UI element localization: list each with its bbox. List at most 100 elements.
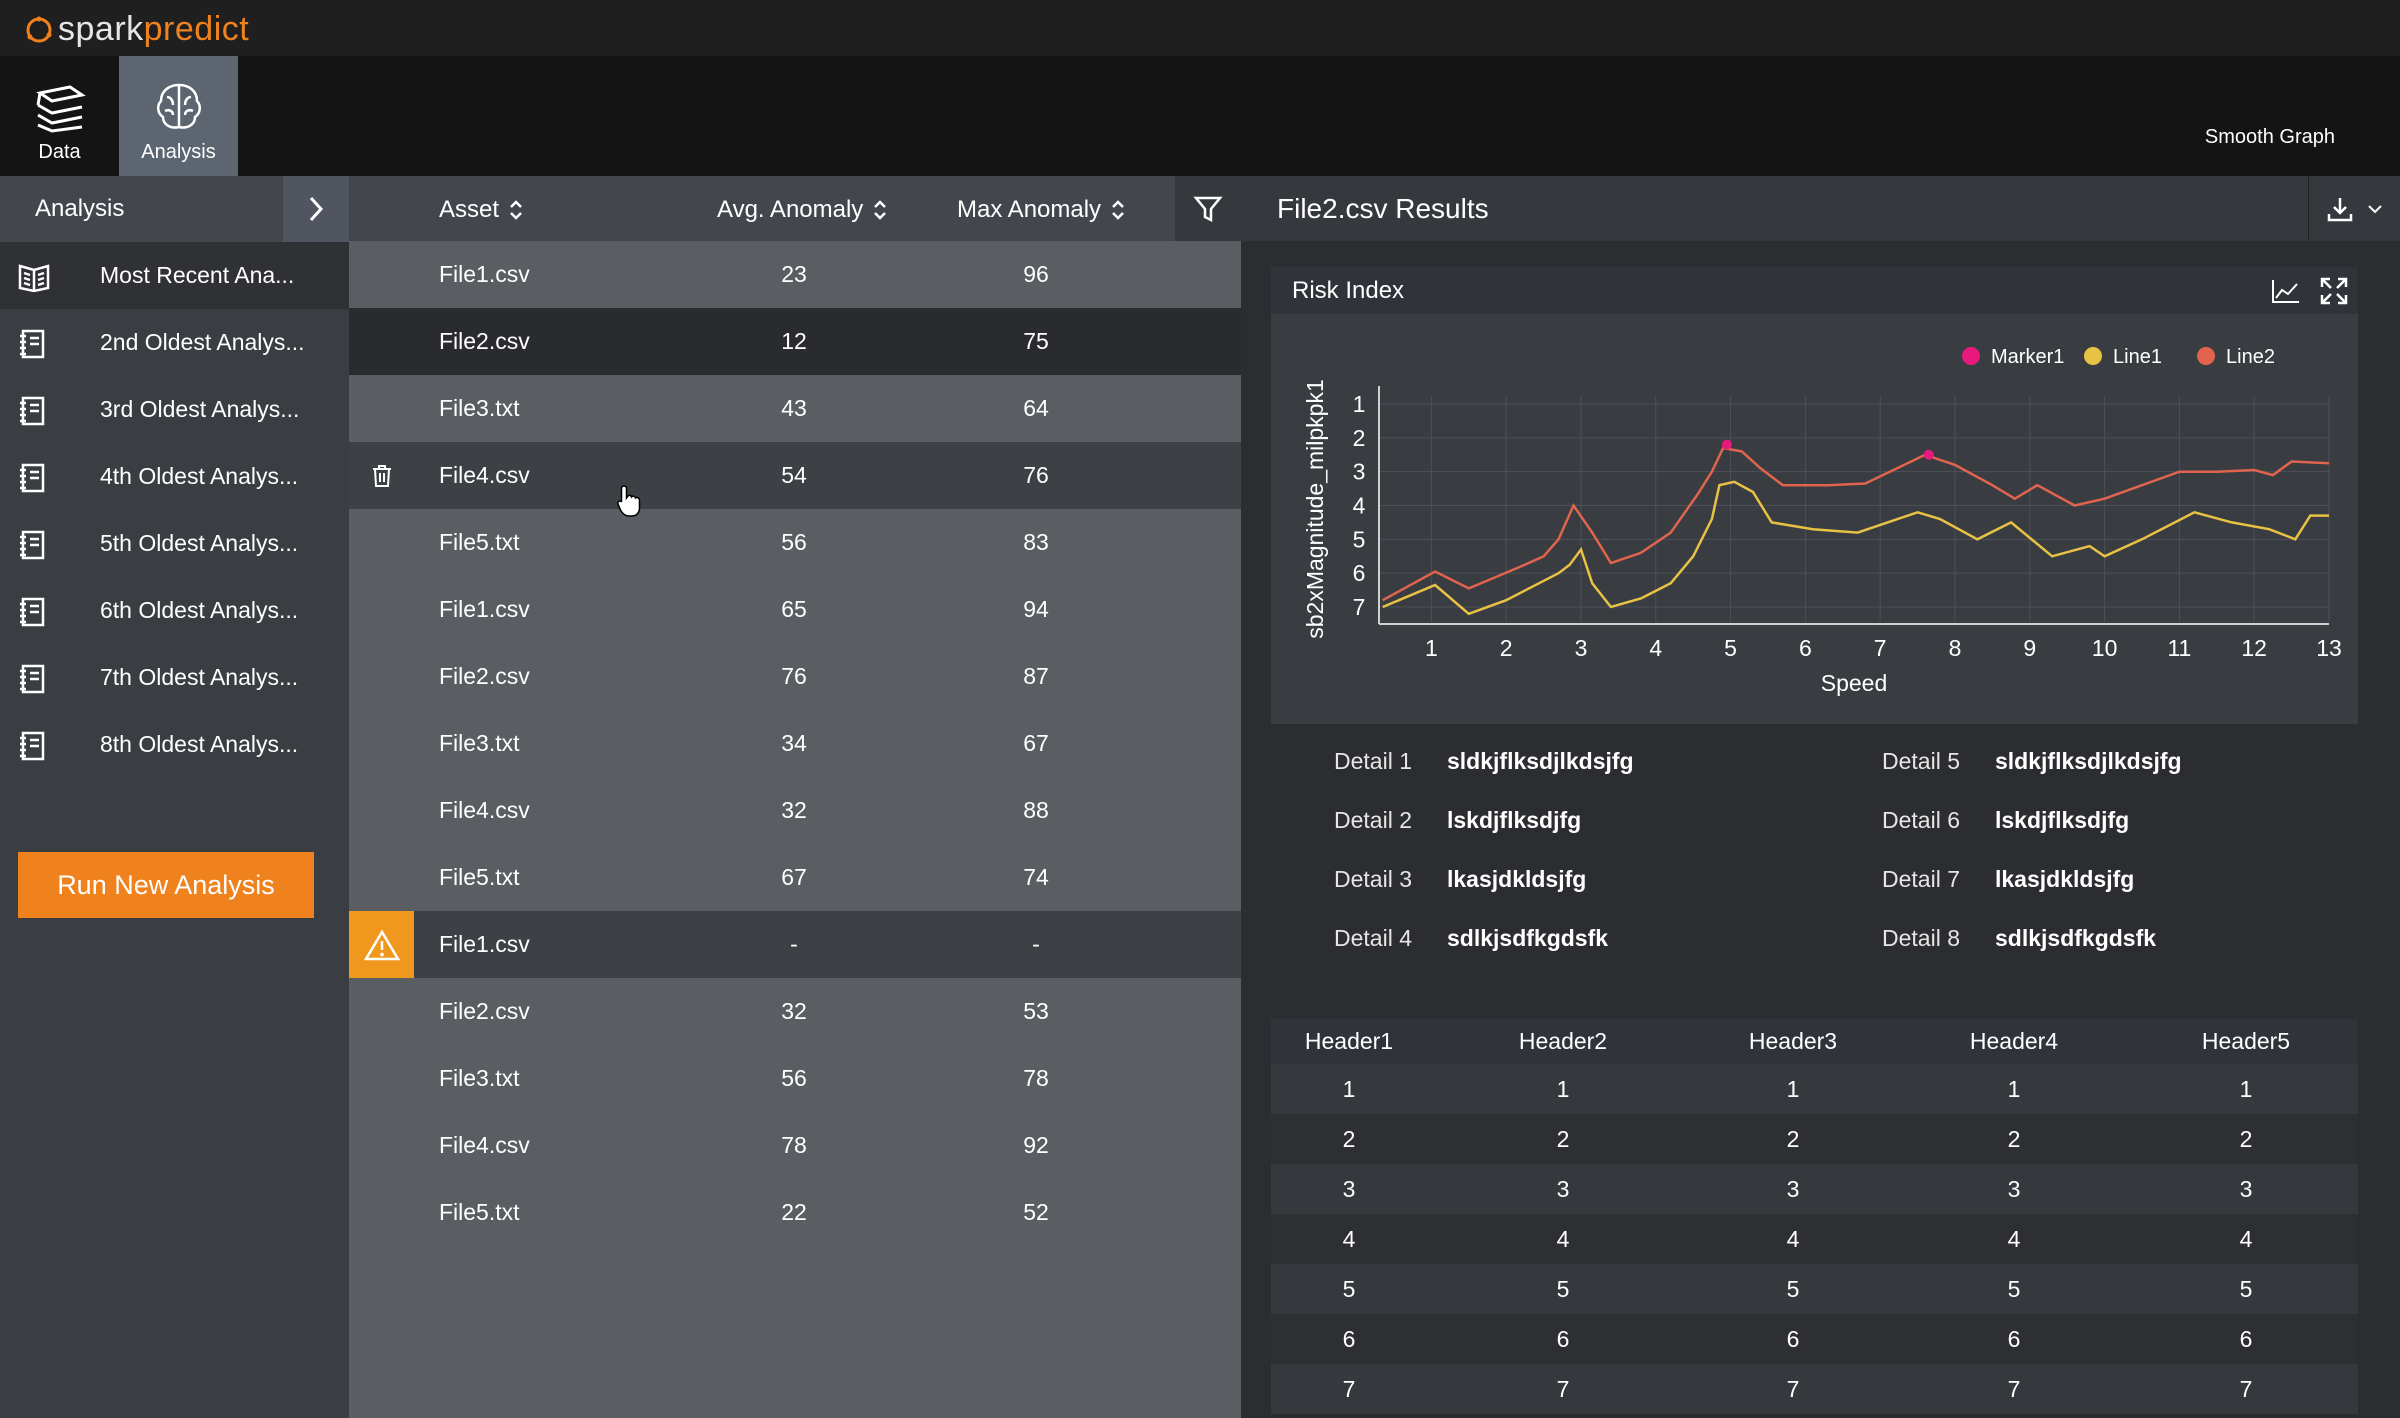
legend-label-line2: Line2 xyxy=(2226,346,2275,368)
table-cell: 7 xyxy=(1786,1376,1800,1402)
sparkpredict-logo-icon xyxy=(26,16,52,42)
sidebar-item-label: 8th Oldest Analys... xyxy=(100,731,299,757)
table-cell: 3 xyxy=(1556,1176,1570,1202)
results-table-header-cell[interactable]: Header2 xyxy=(1483,1028,1643,1055)
table-row[interactable]: File4.csv 32 88 xyxy=(349,777,1241,844)
detail-value: sdlkjsdfkgdsfk xyxy=(1995,925,2157,951)
avg-header-label: Avg. Anomaly xyxy=(717,196,864,223)
nav-analysis-button[interactable]: Analysis xyxy=(119,56,238,176)
table-row[interactable]: File5.txt 67 74 xyxy=(349,844,1241,911)
detail-key: Detail 4 xyxy=(1334,925,1412,951)
results-table-header-cell[interactable]: Header5 xyxy=(2166,1028,2326,1055)
y-axis-label: sb2xMagnitude_milpkpk1 xyxy=(1302,379,1328,639)
asset-column-header[interactable]: Asset xyxy=(439,196,523,224)
sidebar-item-5th-oldest[interactable]: 5th Oldest Analys... xyxy=(0,510,349,577)
table-row[interactable]: File2.csv 76 87 xyxy=(349,643,1241,710)
analysis-sidebar: Analysis Most Recent Ana... 2nd Oldest A… xyxy=(0,176,349,1418)
max-anomaly-column-header[interactable]: Max Anomaly xyxy=(957,196,1125,224)
results-table-header-cell[interactable]: Header4 xyxy=(1934,1028,2094,1055)
legend-marker-line2 xyxy=(2197,347,2215,365)
table-row[interactable]: File3.txt 43 64 xyxy=(349,375,1241,442)
asset-cell: File5.txt xyxy=(439,529,520,555)
avg-anomaly-column-header[interactable]: Avg. Anomaly xyxy=(717,196,887,224)
sidebar-item-2nd-oldest[interactable]: 2nd Oldest Analys... xyxy=(0,309,349,376)
sidebar-item-7th-oldest[interactable]: 7th Oldest Analys... xyxy=(0,644,349,711)
expand-icon xyxy=(2320,277,2348,304)
max-cell: 94 xyxy=(1023,596,1049,622)
detail-key: Detail 3 xyxy=(1334,866,1412,892)
table-row[interactable]: File4.csv 78 92 xyxy=(349,1112,1241,1179)
max-cell: 76 xyxy=(1023,462,1049,488)
table-row[interactable]: File5.txt 22 52 xyxy=(349,1179,1241,1246)
sidebar-item-4th-oldest[interactable]: 4th Oldest Analys... xyxy=(0,443,349,510)
results-table-header-cell[interactable]: Header3 xyxy=(1713,1028,1873,1055)
series-line-line2 xyxy=(1382,446,2330,602)
nav-data-button[interactable]: Data xyxy=(0,56,119,176)
sidebar-item-label: 3rd Oldest Analys... xyxy=(100,396,300,422)
table-cell: 2 xyxy=(1786,1126,1800,1152)
detail-value: sldkjflksdjlkdsjfg xyxy=(1995,748,2182,774)
table-row[interactable]: File3.txt 56 78 xyxy=(349,1045,1241,1112)
x-tick-label: 7 xyxy=(1874,635,1887,661)
sidebar-item-most-recent[interactable]: Most Recent Ana... xyxy=(0,242,349,309)
delete-row-button[interactable] xyxy=(349,442,414,509)
detail-key: Detail 8 xyxy=(1882,925,1960,951)
x-tick-label: 3 xyxy=(1575,635,1588,661)
filter-button[interactable] xyxy=(1175,176,1241,241)
asset-cell: File2.csv xyxy=(439,663,530,689)
sidebar-expand-button[interactable] xyxy=(283,176,349,242)
table-cell: 1 xyxy=(2007,1076,2021,1102)
download-icon xyxy=(2327,197,2352,221)
table-row[interactable]: File3.txt 34 67 xyxy=(349,710,1241,777)
max-cell: 75 xyxy=(1023,328,1049,354)
table-row-warning[interactable]: File1.csv - - xyxy=(349,911,1241,978)
detail-value: lkasjdkldsjfg xyxy=(1447,866,1587,892)
y-tick-label: 2 xyxy=(1353,425,1366,451)
results-table-header-cell[interactable]: Header1 xyxy=(1269,1028,1429,1055)
download-button[interactable] xyxy=(2308,176,2400,241)
sidebar-item-3rd-oldest[interactable]: 3rd Oldest Analys... xyxy=(0,376,349,443)
hand-cursor-icon xyxy=(617,485,641,517)
x-axis-label: Speed xyxy=(1821,670,1888,696)
logo: spark predict xyxy=(24,10,249,49)
asset-cell: File3.txt xyxy=(439,730,520,756)
table-row[interactable]: File5.txt 56 83 xyxy=(349,509,1241,576)
table-cell: 6 xyxy=(1786,1326,1800,1352)
avg-cell: 54 xyxy=(781,462,807,488)
sidebar-header: Analysis xyxy=(0,176,349,242)
table-row-hovered[interactable]: File4.csv 54 76 xyxy=(349,442,1241,509)
filter-icon xyxy=(1193,196,1223,222)
asset-cell: File4.csv xyxy=(439,462,530,488)
avg-cell: 12 xyxy=(781,328,807,354)
table-row: 1 1 1 1 1 xyxy=(1271,1064,2358,1114)
table-cell: 3 xyxy=(2239,1176,2253,1202)
warning-indicator xyxy=(349,911,414,978)
smooth-graph-toggle[interactable]: Smooth Graph xyxy=(2205,126,2335,149)
sidebar-item-8th-oldest[interactable]: 8th Oldest Analys... xyxy=(0,711,349,778)
asset-cell: File3.txt xyxy=(439,395,520,421)
table-row[interactable]: File1.csv 23 96 xyxy=(349,241,1241,308)
table-row-selected[interactable]: File2.csv 12 75 xyxy=(349,308,1241,375)
table-cell: 1 xyxy=(1556,1076,1570,1102)
detail-value: lskdjflksdjfg xyxy=(1995,807,2130,833)
run-new-analysis-button[interactable]: Run New Analysis xyxy=(18,852,314,918)
detail-key: Detail 6 xyxy=(1882,807,1960,833)
asset-cell: File1.csv xyxy=(439,931,530,957)
chart-type-button[interactable] xyxy=(2262,267,2310,314)
table-row[interactable]: File2.csv 32 53 xyxy=(349,978,1241,1045)
table-cell: 7 xyxy=(2239,1376,2253,1402)
max-cell: - xyxy=(1032,931,1040,957)
sort-icon xyxy=(510,200,522,220)
sidebar-item-6th-oldest[interactable]: 6th Oldest Analys... xyxy=(0,577,349,644)
notebook-icon xyxy=(18,664,48,699)
table-cell: 1 xyxy=(1342,1076,1356,1102)
trash-icon xyxy=(372,464,391,487)
table-row[interactable]: File1.csv 65 94 xyxy=(349,576,1241,643)
table-cell: 4 xyxy=(2007,1226,2021,1252)
x-tick-label: 10 xyxy=(2092,635,2118,661)
nav-data-label: Data xyxy=(38,141,81,163)
expand-chart-button[interactable] xyxy=(2310,267,2358,314)
sort-icon xyxy=(1112,200,1124,220)
detail-key: Detail 7 xyxy=(1882,866,1960,892)
data-point-marker1 xyxy=(1923,449,1934,460)
